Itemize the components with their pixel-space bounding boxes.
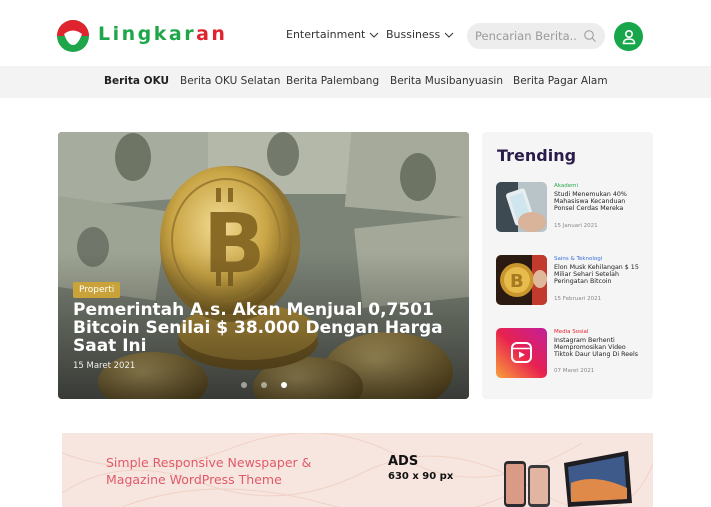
category-berita-palembang[interactable]: Berita Palembang	[286, 75, 379, 87]
chevron-down-icon	[444, 32, 454, 38]
trending-thumbnail[interactable]	[496, 182, 547, 232]
trending-item[interactable]: Media Sosial Instagram Berhenti Mempromo…	[496, 328, 646, 382]
hero-category-badge[interactable]: Properti	[73, 282, 121, 298]
hero-headline[interactable]: Pemerintah A.s. Akan Menjual 0,7501 Bitc…	[73, 301, 453, 355]
menu-bussiness-label: Bussiness	[386, 28, 441, 41]
ad-devices-image	[504, 451, 632, 507]
user-account-button[interactable]	[614, 22, 643, 51]
menu-bussiness[interactable]: Bussiness	[386, 28, 454, 41]
search-placeholder: Pencarian Berita..	[475, 29, 577, 43]
ad-size: 630 x 90 px	[388, 471, 454, 482]
search-icon[interactable]	[583, 29, 597, 43]
user-icon	[622, 29, 635, 44]
category-nav: Berita OKU Berita OKU Selatan Berita Pal…	[0, 66, 711, 98]
trending-item-category[interactable]: Media Sosial	[554, 329, 588, 335]
brand-name-main: Lingkar	[98, 23, 197, 45]
trending-item[interactable]: B Sains & Teknologi Elon Musk Kehilangan…	[496, 255, 646, 309]
ad-title: ADS	[388, 454, 419, 469]
lingkaran-logo-icon[interactable]	[56, 19, 90, 53]
trending-item-date: 07 Maret 2021	[554, 368, 595, 374]
category-berita-oku-selatan[interactable]: Berita OKU Selatan	[180, 75, 280, 87]
trending-item-headline[interactable]: Instagram Berhenti Mempromosikan Video T…	[554, 337, 644, 359]
slider-dots	[241, 382, 287, 388]
hero-slider[interactable]: B	[58, 132, 469, 399]
slider-dot[interactable]	[261, 382, 267, 388]
slider-dot-active[interactable]	[281, 382, 287, 388]
trending-item-headline[interactable]: Studi Menemukan 40% Mahasiswa Kecanduan …	[554, 191, 644, 213]
chevron-down-icon	[370, 32, 379, 38]
ad-banner[interactable]: Simple Responsive Newspaper & Magazine W…	[62, 433, 653, 507]
trending-item[interactable]: Akademi Studi Menemukan 40% Mahasiswa Ke…	[496, 182, 646, 236]
brand-name[interactable]: Lingkaran	[98, 23, 227, 45]
brand-name-accent: an	[196, 23, 228, 45]
trending-panel: Trending Akademi Studi Menemukan 40% Mah…	[482, 132, 653, 399]
trending-item-category[interactable]: Sains & Teknologi	[554, 256, 602, 262]
hero-overlay	[58, 132, 469, 399]
menu-entertainment-label: Entertainment	[286, 28, 366, 41]
site-header: Lingkaran Entertainment Bussiness Pencar…	[0, 0, 711, 66]
trending-item-date: 15 Februari 2021	[554, 296, 602, 302]
trending-item-headline[interactable]: Elon Musk Kehilangan $ 15 Miliar Sehari …	[554, 264, 644, 286]
trending-thumbnail[interactable]: B	[496, 255, 547, 305]
category-berita-pagar-alam[interactable]: Berita Pagar Alam	[513, 75, 608, 87]
trending-item-category[interactable]: Akademi	[554, 183, 578, 189]
hero-date: 15 Maret 2021	[73, 361, 136, 371]
trending-item-date: 15 Januari 2021	[554, 223, 598, 229]
svg-text:B: B	[510, 271, 524, 292]
ad-tagline: Simple Responsive Newspaper & Magazine W…	[106, 455, 312, 487]
menu-entertainment[interactable]: Entertainment	[286, 28, 379, 41]
category-berita-musibanyuasin[interactable]: Berita Musibanyuasin	[390, 75, 503, 87]
category-berita-oku[interactable]: Berita OKU	[104, 75, 169, 87]
slider-dot[interactable]	[241, 382, 247, 388]
trending-title: Trending	[497, 146, 577, 165]
search-input[interactable]: Pencarian Berita..	[467, 23, 605, 49]
trending-thumbnail[interactable]	[496, 328, 547, 378]
